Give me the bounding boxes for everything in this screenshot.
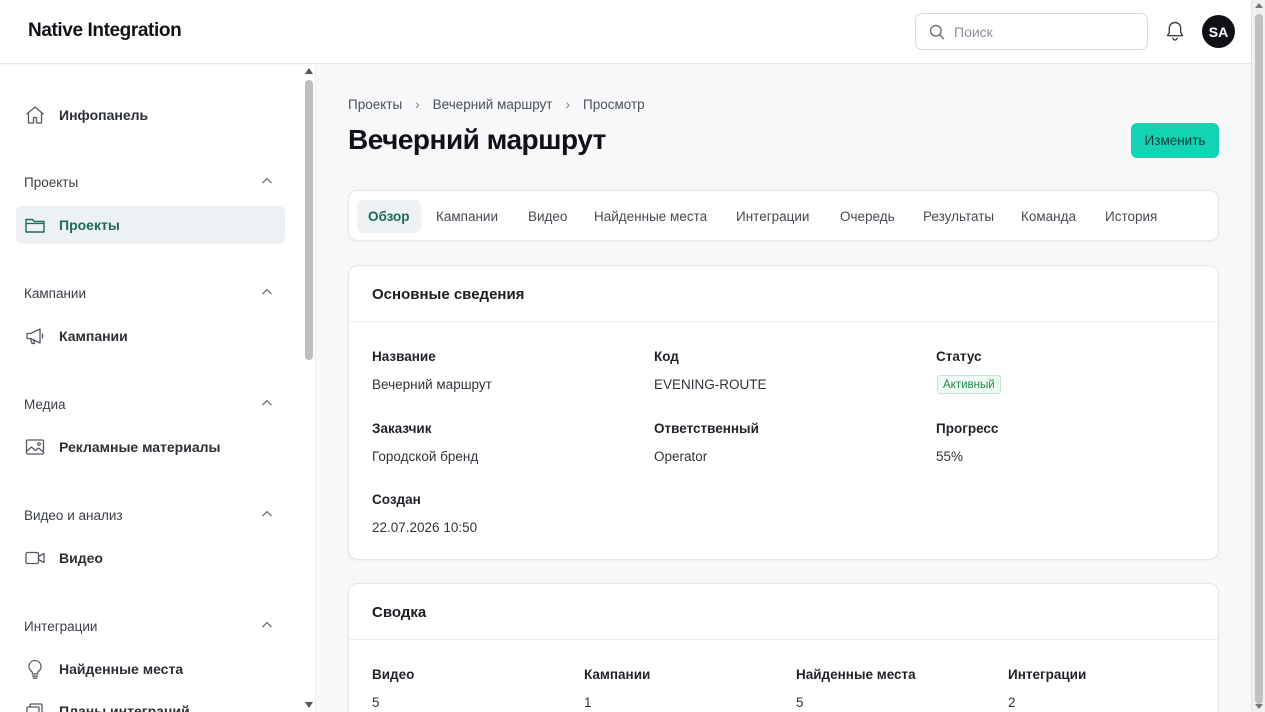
summary-label-integrations: Интеграции bbox=[1008, 667, 1087, 682]
summary-label-video: Видео bbox=[372, 667, 415, 682]
image-icon bbox=[25, 439, 45, 455]
field-label-owner: Ответственный bbox=[654, 421, 759, 436]
tab-team[interactable]: Команда bbox=[1010, 200, 1087, 233]
search-box[interactable] bbox=[915, 13, 1148, 50]
edit-button[interactable]: Изменить bbox=[1131, 123, 1219, 158]
summary-label-found-places: Найденные места bbox=[796, 667, 916, 682]
page-scroll-thumb[interactable] bbox=[1255, 14, 1263, 704]
sidebar-item-video[interactable]: Видео bbox=[16, 539, 285, 577]
field-value-customer: Городской бренд bbox=[372, 449, 479, 464]
tab-campaigns[interactable]: Кампании bbox=[425, 200, 509, 233]
scroll-up-icon[interactable] bbox=[305, 68, 313, 74]
breadcrumb-projects[interactable]: Проекты bbox=[348, 97, 402, 112]
chevron-up-icon[interactable] bbox=[261, 176, 273, 186]
chevron-right-icon: › bbox=[415, 97, 420, 112]
sidebar-item-label: Видео bbox=[59, 550, 103, 566]
stack-icon bbox=[26, 703, 43, 712]
field-value-name: Вечерний маршрут bbox=[372, 377, 492, 392]
scroll-down-icon[interactable] bbox=[305, 702, 313, 708]
sidebar-item-label: Проекты bbox=[59, 217, 120, 233]
sidebar-scroll-thumb[interactable] bbox=[305, 80, 313, 360]
tab-integrations[interactable]: Интеграции bbox=[725, 200, 820, 233]
status-badge: Активный bbox=[937, 375, 1001, 394]
app-logo[interactable]: Native Integration bbox=[28, 20, 182, 42]
video-camera-icon bbox=[25, 551, 45, 565]
sidebar: Инфопанель Проекты Проекты Кампании Камп… bbox=[0, 65, 316, 712]
sidebar-item-label: Кампании bbox=[59, 328, 128, 344]
field-value-progress: 55% bbox=[936, 449, 964, 464]
tab-bar: Обзор Кампании Видео Найденные места Инт… bbox=[348, 190, 1219, 241]
sidebar-item-found-places[interactable]: Найденные места bbox=[16, 650, 285, 688]
card-header: Сводка bbox=[349, 584, 1218, 640]
breadcrumb-project[interactable]: Вечерний маршрут bbox=[433, 97, 553, 112]
field-label-customer: Заказчик bbox=[372, 421, 432, 436]
card-title: Сводка bbox=[372, 604, 427, 621]
sidebar-item-projects[interactable]: Проекты bbox=[16, 206, 285, 244]
field-label-status: Статус bbox=[936, 349, 982, 364]
tab-found-places[interactable]: Найденные места bbox=[583, 200, 718, 233]
user-avatar[interactable]: SA bbox=[1202, 15, 1235, 48]
chevron-up-icon[interactable] bbox=[261, 398, 273, 408]
sidebar-group-integrations[interactable]: Интеграции bbox=[24, 619, 97, 634]
breadcrumb: Проекты › Вечерний маршрут › Просмотр bbox=[348, 97, 645, 112]
summary-value-video: 5 bbox=[372, 695, 380, 710]
sidebar-item-label: Найденные места bbox=[59, 661, 184, 677]
tab-queue[interactable]: Очередь bbox=[829, 200, 906, 233]
summary-label-campaigns: Кампании bbox=[584, 667, 651, 682]
breadcrumb-current: Просмотр bbox=[583, 97, 645, 112]
search-icon bbox=[929, 24, 945, 40]
card-header: Основные сведения bbox=[349, 266, 1218, 322]
card-title: Основные сведения bbox=[372, 286, 525, 303]
top-header: Native Integration SA bbox=[0, 0, 1251, 64]
summary-card: Сводка Видео 5 Кампании 1 Найденные мест… bbox=[348, 583, 1219, 712]
megaphone-icon bbox=[26, 328, 44, 345]
basic-info-card: Основные сведения Название Вечерний марш… bbox=[348, 265, 1219, 560]
tab-video[interactable]: Видео bbox=[517, 200, 578, 233]
sidebar-item-integration-plans[interactable]: Планы интеграций bbox=[16, 692, 285, 712]
search-input[interactable] bbox=[954, 22, 1134, 42]
sidebar-group-projects[interactable]: Проекты bbox=[24, 175, 78, 190]
chevron-right-icon: › bbox=[565, 97, 571, 112]
tab-history[interactable]: История bbox=[1094, 200, 1168, 233]
lightbulb-icon bbox=[28, 659, 42, 679]
bell-icon[interactable] bbox=[1164, 20, 1186, 43]
sidebar-item-label: Рекламные материалы bbox=[59, 439, 221, 455]
field-value-owner: Operator bbox=[654, 449, 708, 464]
chevron-up-icon[interactable] bbox=[261, 620, 273, 630]
sidebar-group-media[interactable]: Медиа bbox=[24, 397, 66, 412]
summary-value-found-places: 5 bbox=[796, 695, 804, 710]
sidebar-group-campaigns[interactable]: Кампании bbox=[24, 286, 86, 301]
scroll-up-icon[interactable] bbox=[1255, 3, 1263, 8]
sidebar-group-video-analysis[interactable]: Видео и анализ bbox=[24, 508, 123, 523]
field-label-code: Код bbox=[654, 349, 679, 364]
field-label-name: Название bbox=[372, 349, 436, 364]
field-value-created: 22.07.2026 10:50 bbox=[372, 520, 478, 535]
sidebar-item-campaigns[interactable]: Кампании bbox=[16, 317, 285, 355]
page-scrollbar[interactable] bbox=[1251, 0, 1265, 712]
scroll-down-icon[interactable] bbox=[1255, 704, 1263, 709]
field-label-progress: Прогресс bbox=[936, 421, 999, 436]
page-title: Вечерний маршрут bbox=[348, 124, 606, 155]
folder-icon bbox=[25, 218, 45, 233]
sidebar-scrollbar[interactable] bbox=[302, 65, 315, 712]
sidebar-item-ad-materials[interactable]: Рекламные материалы bbox=[16, 428, 285, 466]
chevron-up-icon[interactable] bbox=[261, 287, 273, 297]
tab-results[interactable]: Результаты bbox=[912, 200, 1005, 233]
home-icon bbox=[26, 106, 44, 124]
chevron-up-icon[interactable] bbox=[261, 509, 273, 519]
summary-value-campaigns: 1 bbox=[584, 695, 592, 710]
sidebar-item-label: Планы интеграций bbox=[59, 703, 190, 712]
summary-value-integrations: 2 bbox=[1008, 695, 1016, 710]
sidebar-item-label: Инфопанель bbox=[59, 107, 149, 123]
sidebar-item-dashboard[interactable]: Инфопанель bbox=[16, 96, 285, 134]
field-label-created: Создан bbox=[372, 492, 421, 507]
tab-overview[interactable]: Обзор bbox=[357, 200, 421, 233]
field-value-code: EVENING-ROUTE bbox=[654, 377, 767, 392]
